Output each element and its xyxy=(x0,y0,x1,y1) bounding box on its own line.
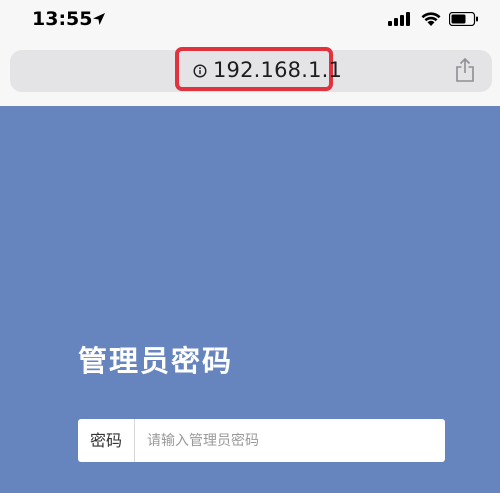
login-page: 管理员密码 密码 xyxy=(0,106,500,493)
page-title: 管理员密码 xyxy=(78,344,234,378)
password-field-row: 密码 xyxy=(78,419,445,462)
password-label: 密码 xyxy=(78,419,135,462)
url-text[interactable]: 192.168.1.1 xyxy=(213,58,342,82)
battery-icon xyxy=(448,11,479,31)
cellular-signal-icon xyxy=(388,12,412,31)
status-bar: 13:55 xyxy=(0,0,500,40)
browser-toolbar: 192.168.1.1 xyxy=(0,40,500,106)
wifi-icon xyxy=(420,10,442,32)
status-time: 13:55 xyxy=(32,8,93,30)
info-icon[interactable] xyxy=(193,64,207,83)
location-arrow-icon xyxy=(92,12,106,31)
share-icon[interactable] xyxy=(455,57,475,88)
password-input[interactable] xyxy=(135,419,441,462)
